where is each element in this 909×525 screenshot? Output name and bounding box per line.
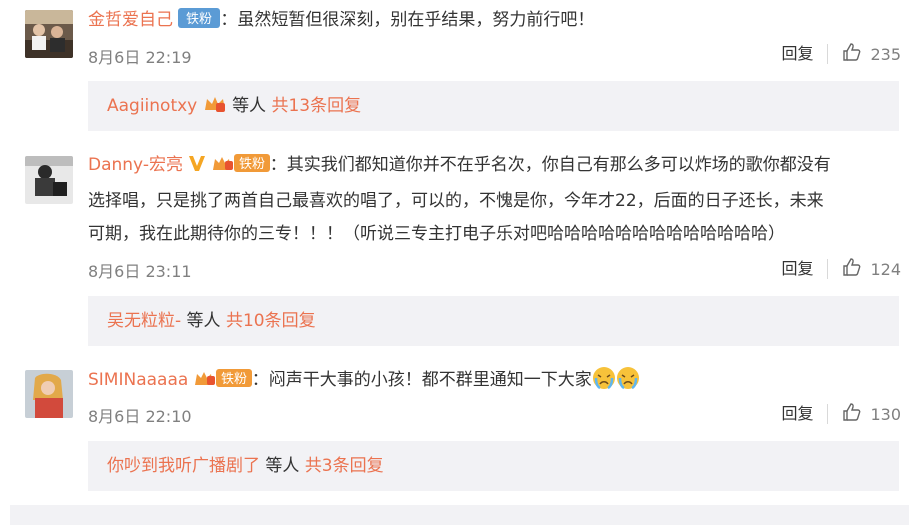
like-count: 235	[870, 44, 901, 64]
comment-text-line-1: ：其实我们都知道你并不在乎名次，你自己有那么多可以炸场的歌你都没有	[269, 155, 831, 175]
avatar[interactable]	[25, 10, 73, 58]
fan-badge[interactable]: 铁粉	[212, 152, 270, 185]
comment-time: 8月6日 23:11	[88, 262, 192, 281]
like-button[interactable]: 124	[842, 257, 901, 281]
thumbs-up-icon	[842, 402, 862, 426]
reply-preview-user[interactable]: Aagiinotxy	[107, 96, 197, 116]
view-replies-link[interactable]: 共13条回复	[271, 96, 361, 116]
reply-button[interactable]: 回复	[781, 404, 829, 424]
crown-badge-icon	[203, 84, 227, 134]
comment-text: ：闷声干大事的小孩！都不群里通知一下大家	[251, 370, 592, 390]
fan-badge[interactable]: 铁粉	[194, 367, 252, 400]
reply-preview: Aagiinotxy 等人 共13条回复	[88, 81, 899, 131]
reply-button[interactable]: 回复	[781, 259, 829, 279]
view-replies-link[interactable]: 共3条回复	[305, 456, 384, 476]
fan-badge-label: 铁粉	[239, 157, 265, 172]
comment-time: 8月6日 22:19	[88, 48, 192, 67]
reply-preview: 吴无粒粒- 等人 共10条回复	[88, 296, 899, 346]
like-count: 124	[870, 259, 901, 279]
reply-preview-others: 等人	[186, 311, 221, 331]
username-link[interactable]: 金哲爱自己	[88, 10, 173, 30]
reply-preview-others: 等人	[265, 456, 300, 476]
avatar[interactable]	[25, 156, 73, 204]
thumbs-up-icon	[842, 257, 862, 281]
view-replies-link[interactable]: 共10条回复	[226, 311, 316, 331]
reply-preview-user[interactable]: 你吵到我听广播剧了	[107, 456, 260, 476]
like-count: 130	[870, 404, 901, 424]
reply-button[interactable]: 回复	[781, 44, 829, 64]
username-link[interactable]: SIMINaaaaa	[88, 370, 188, 390]
crying-emoji-icon	[592, 366, 616, 402]
crying-emoji-icon	[616, 366, 640, 402]
reply-preview: 你吵到我听广播剧了 等人 共3条回复	[88, 441, 899, 491]
reply-preview-user[interactable]: 吴无粒粒-	[107, 311, 181, 331]
like-button[interactable]: 235	[842, 42, 901, 66]
list-bottom-strip	[10, 505, 909, 525]
fan-badge-label: 铁粉	[221, 372, 247, 387]
username-link[interactable]: Danny-宏亮	[88, 155, 183, 175]
comment-text: ：虽然短暂但很深刻，别在乎结果，努力前行吧！	[220, 10, 595, 30]
avatar[interactable]	[25, 370, 73, 418]
verified-v-icon	[188, 152, 206, 185]
comment-text-line-2: 选择唱，只是挑了两首自己最喜欢的唱了，可以的，不愧是你，今年才22，后面的日子还…	[88, 191, 824, 211]
fan-badge[interactable]: 铁粉	[178, 7, 221, 40]
thumbs-up-icon	[842, 42, 862, 66]
comment-text-line-3: 可期，我在此期待你的三专！！！（听说三专主打电子乐对吧哈哈哈哈哈哈哈哈哈哈哈哈哈…	[88, 224, 785, 244]
fan-badge-label: 铁粉	[186, 12, 212, 27]
reply-preview-others: 等人	[232, 96, 267, 116]
like-button[interactable]: 130	[842, 402, 901, 426]
comment-time: 8月6日 22:10	[88, 407, 192, 426]
